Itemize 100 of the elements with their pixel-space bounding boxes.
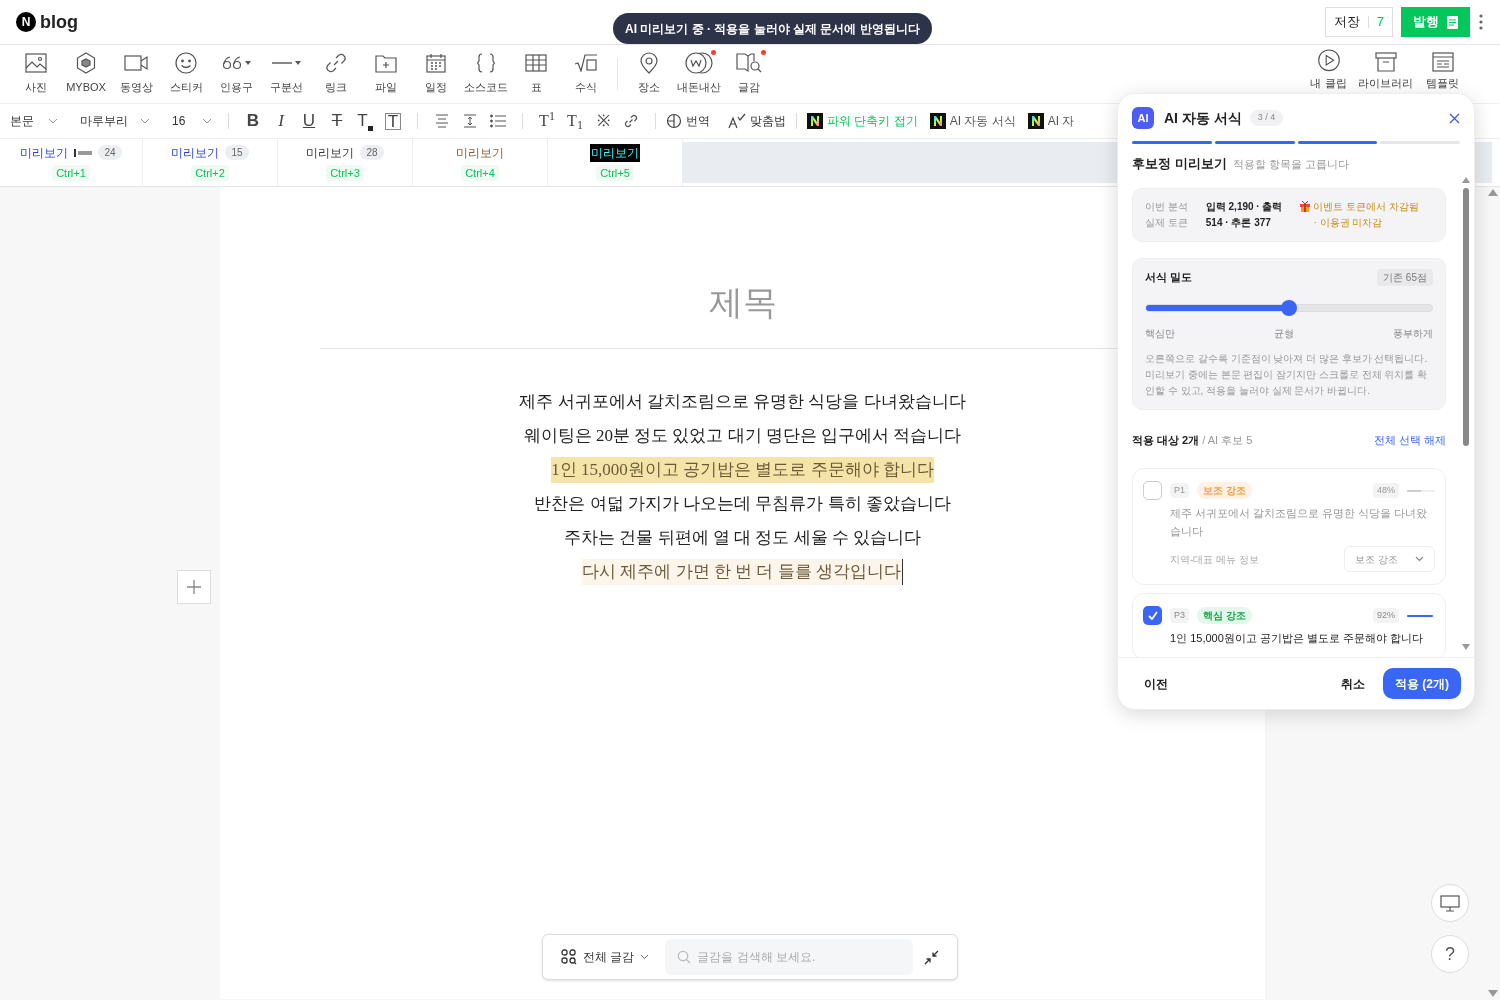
deselect-all-link[interactable]: 전체 선택 해제	[1373, 431, 1446, 448]
template-layout-icon	[1431, 51, 1454, 72]
ai-tool-button[interactable]: AI 자	[1027, 112, 1075, 130]
more-options-icon[interactable]	[1478, 13, 1484, 31]
n-logo-icon	[929, 113, 946, 129]
format-dropdown[interactable]: 마루부리	[80, 112, 150, 130]
checkbox[interactable]	[1143, 606, 1162, 625]
scrollbar-drawing[interactable]	[1461, 176, 1471, 651]
scale-label: 풍부하게	[1393, 326, 1433, 341]
superscript-button[interactable]: T$^{1}$	[533, 109, 561, 133]
style-preset-cell[interactable]: 미리보기 Ctrl+5	[548, 139, 683, 186]
paragraph-index: P1	[1170, 482, 1189, 499]
toolbar-button[interactable]: 사진	[11, 49, 61, 99]
paragraph[interactable]: 다시 제주에 가면 한 번 더 들를 생각입니다	[582, 559, 903, 585]
strikethrough-button[interactable]: T	[323, 108, 351, 134]
toolbar-button[interactable]: 인용구	[211, 49, 261, 99]
scroll-up-arrow-icon[interactable]	[1488, 189, 1498, 196]
color-swatch	[367, 125, 373, 131]
search-field[interactable]: 글감을 검색해 보세요.	[665, 939, 914, 975]
count-badge: 24	[98, 145, 122, 161]
candidate-card[interactable]: P3 핵심 강조 92% 1인 15,000원이고 공기밥은 별도로 주문해야 합니다	[1132, 593, 1446, 657]
slider-thumb[interactable]	[1281, 299, 1297, 316]
toolbar-button[interactable]: 글감	[724, 49, 774, 99]
quote-marks-icon	[221, 55, 242, 70]
scroll-down-arrow-icon[interactable]	[1488, 990, 1498, 997]
bold-button[interactable]: B	[239, 108, 267, 134]
format-dropdown[interactable]: 16	[172, 112, 212, 130]
token-value: 입력 2,190 · 출력	[1205, 199, 1283, 214]
checkmark-icon	[1147, 611, 1158, 620]
toolbar-button[interactable]: MYBOX	[61, 49, 111, 99]
special-character-button[interactable]: ※	[589, 109, 617, 133]
toolbar-button[interactable]: 동영상	[111, 49, 161, 99]
back-button[interactable]: 이전	[1144, 674, 1168, 693]
checkbox[interactable]	[1143, 481, 1162, 500]
archive-box-icon	[1374, 51, 1397, 72]
toolbar-button[interactable]: 장소	[624, 49, 674, 99]
shortcut-hint: Ctrl+3	[326, 164, 364, 182]
scale-label: 핵심만	[1145, 326, 1175, 341]
paragraph[interactable]: 1인 15,000원이고 공기밥은 별도로 주문해야 합니다	[551, 457, 934, 483]
toolbar-button[interactable]: 템플릿	[1414, 49, 1471, 91]
book-search-icon	[736, 51, 762, 74]
cancel-button[interactable]: 취소	[1341, 674, 1365, 693]
close-icon[interactable]	[1449, 112, 1460, 124]
paragraph[interactable]: 제주 서귀포에서 갈치조림으로 유명한 식당을 다녀왔습니다	[519, 389, 966, 415]
toolbar-button[interactable]: 스티커	[161, 49, 211, 99]
category-dropdown[interactable]: 전체 글감	[561, 948, 650, 966]
toolbar-button[interactable]: 라이브러리	[1357, 49, 1414, 91]
target-count: 적용 대상 2개	[1132, 432, 1200, 448]
panel-title: AI 자동 서식	[1164, 108, 1242, 128]
format-dropdown[interactable]: 본문	[10, 112, 58, 130]
paragraph[interactable]: 주차는 건물 뒤편에 열 대 정도 세울 수 있습니다	[564, 525, 921, 551]
style-preset-cell[interactable]: 미리보기 24 Ctrl+1	[0, 139, 143, 186]
shortcut-hint: Ctrl+5	[596, 164, 634, 182]
toolbar-button[interactable]: 파일	[361, 49, 411, 99]
style-preview-label: 미리보기	[590, 143, 640, 162]
translate-button[interactable]: 번역	[666, 112, 710, 130]
preview-notice-toast: AI 미리보기 중 · 적용을 눌러야 실제 문서에 반영됩니다	[613, 13, 932, 44]
candidate-text: 1인 15,000원이고 공기밥은 별도로 주문해야 합니다	[1170, 631, 1425, 646]
style-preset-cell[interactable]: 미리보기 28 Ctrl+3	[278, 139, 413, 186]
caret-icon	[244, 60, 251, 65]
caret-icon	[294, 60, 301, 65]
link-icon	[325, 51, 347, 74]
toolbar-button[interactable]: 일정	[411, 49, 461, 99]
video-camera-icon	[124, 53, 148, 72]
spellcheck-button[interactable]: 맞춤법	[728, 112, 786, 130]
line-height-icon	[463, 114, 477, 128]
chevron-down-icon	[640, 954, 650, 960]
save-button[interactable]: 저장 7	[1324, 7, 1393, 37]
emphasis-tag: 핵심 강조	[1197, 607, 1252, 624]
style-preset-cell[interactable]: 미리보기 Ctrl+4	[413, 139, 548, 186]
add-block-button[interactable]	[177, 570, 211, 604]
help-button[interactable]: ?	[1431, 935, 1469, 973]
n-logo-icon	[1027, 113, 1044, 129]
density-description: 오른쪽으로 갈수록 기준점이 낮아져 더 많은 후보가 선택됩니다. 미리보기 중에는 본문 편집이 잠기지만 스크롤로 전체 위치를 확인할 수 있고, 적용을 눌러야 실제 문서가 바뀝니다.	[1145, 351, 1429, 398]
chevron-down-icon	[48, 118, 58, 124]
collapse-icon[interactable]	[924, 949, 939, 965]
text-color-button[interactable]: T	[351, 108, 379, 134]
ai-tool-button[interactable]: AI 자동 서식	[929, 112, 1016, 130]
preview-screen-button[interactable]	[1431, 884, 1469, 922]
toolbar-button[interactable]: 표	[511, 49, 561, 99]
toolbar-button[interactable]: 수식	[561, 49, 611, 99]
toolbar-button[interactable]: 구분선	[261, 49, 311, 99]
style-preview-label: 미리보기	[20, 144, 69, 162]
map-pin-icon	[640, 51, 658, 74]
paragraph[interactable]: 웨이팅은 20분 정도 있었고 대기 명단은 입구에서 적습니다	[523, 423, 962, 449]
toolbar-button[interactable]: 링크	[311, 49, 361, 99]
smiley-icon	[175, 51, 197, 74]
paragraph[interactable]: 반찬은 여덟 가지가 나오는데 무침류가 특히 좋았습니다	[534, 491, 951, 517]
underline-button[interactable]: U	[295, 108, 323, 134]
coin-circles-icon	[684, 51, 714, 74]
section-hint: 적용할 항목을 고릅니다	[1232, 157, 1349, 172]
gift-icon	[1300, 200, 1311, 212]
apply-button[interactable]: 적용 (2개)	[1383, 668, 1461, 699]
style-preset-cell[interactable]: 미리보기 15 Ctrl+2	[143, 139, 278, 186]
toolbar-button[interactable]: 소스코드	[461, 49, 511, 99]
subscript-button[interactable]: T$_{1}$	[561, 109, 589, 133]
toolbar-button[interactable]: 내 클립	[1300, 49, 1357, 91]
toolbar-button[interactable]: 내돈내산	[674, 49, 724, 99]
step-counter: 3 / 4	[1249, 110, 1284, 126]
italic-button[interactable]: I	[267, 108, 295, 134]
